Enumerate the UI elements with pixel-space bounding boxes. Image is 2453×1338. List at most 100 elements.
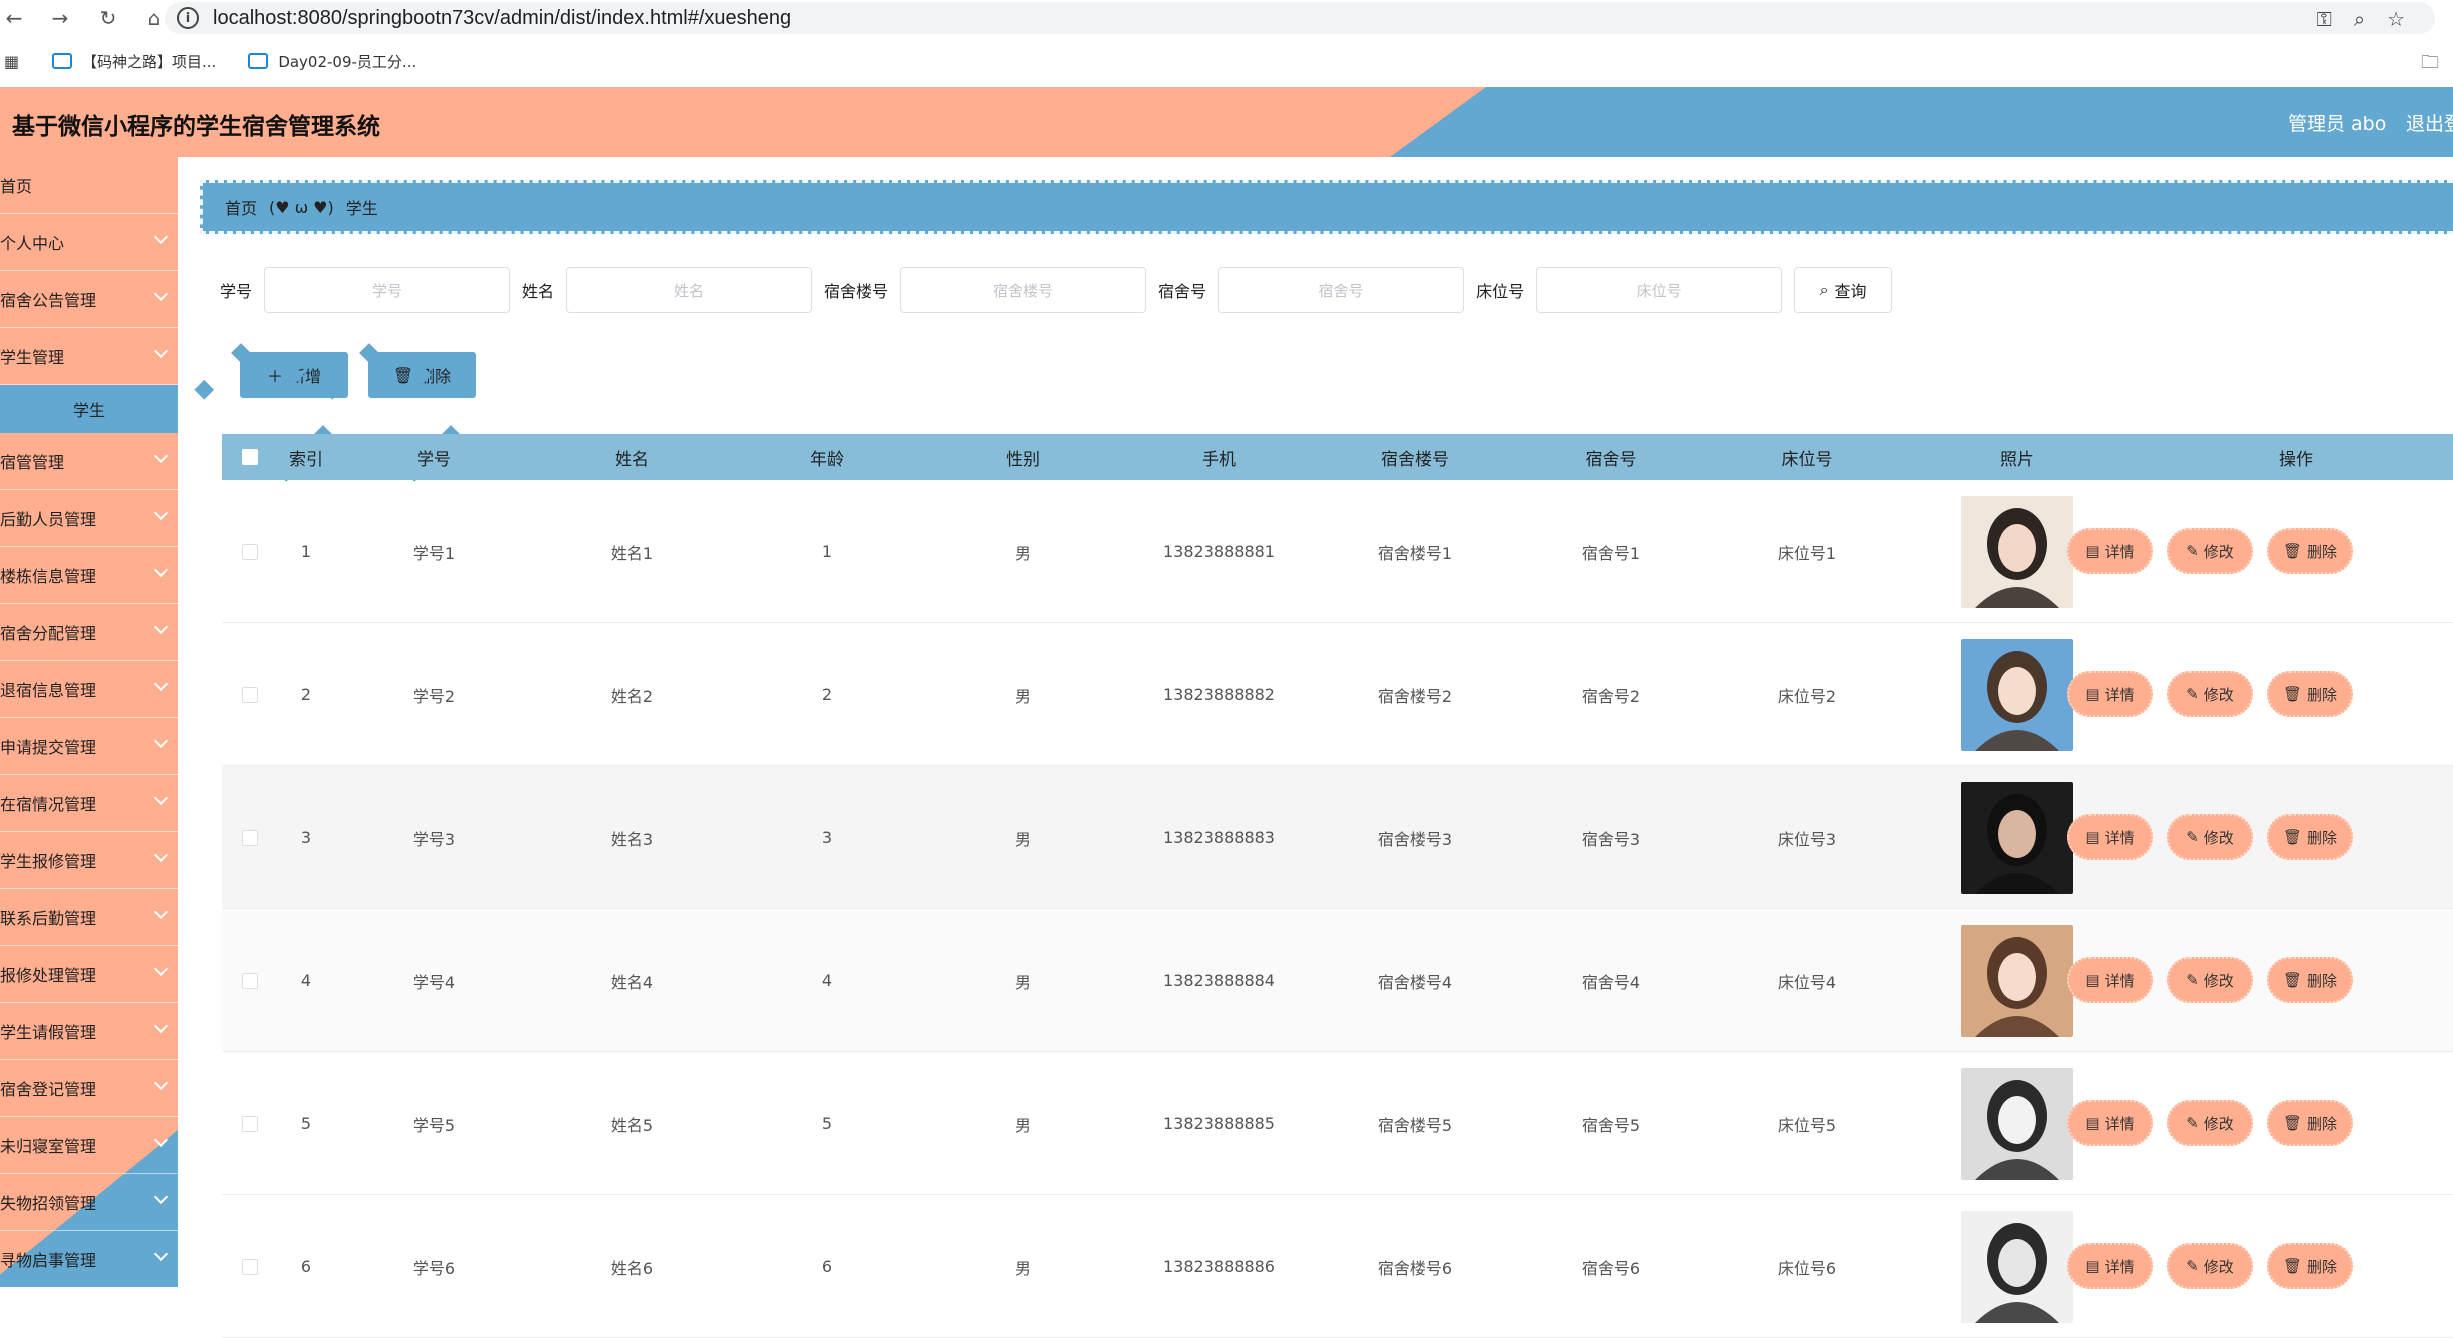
sidebar-item-label: 报修处理管理 <box>0 966 97 985</box>
sidebar-item[interactable]: 首页 <box>0 157 178 214</box>
cell-actions: ▤ 详情 ✎ 修改 🗑 删除 <box>2057 909 2453 1052</box>
sidebar-item[interactable]: 申请提交管理 <box>0 718 178 775</box>
add-button[interactable]: ＋ 新增 <box>240 352 348 398</box>
sidebar-item[interactable]: 退宿信息管理 <box>0 661 178 718</box>
cell-age: 2 <box>821 685 833 704</box>
delete-button[interactable]: 🗑 删除 <box>2267 957 2353 1003</box>
query-button[interactable]: ⌕ 查询 <box>1794 267 1893 313</box>
sidebar-item[interactable]: 报修处理管理 <box>0 946 178 1003</box>
bookmarks-bar: ▦ 【码神之路】项目... Day02-09-员工分... 🗀 <box>0 46 2453 76</box>
sidebar-item[interactable]: 失物招领管理 <box>0 1174 178 1231</box>
sidebar-item[interactable]: 在宿情况管理 <box>0 775 178 832</box>
delete-button[interactable]: 🗑 删除 <box>2267 814 2353 860</box>
app-header: 基于微信小程序的学生宿舍管理系统 管理员 abo 退出登 <box>0 87 2453 157</box>
cell-xuehao: 学号3 <box>412 829 456 849</box>
delete-button[interactable]: 🗑 删除 <box>2267 1243 2353 1289</box>
search-input-bed[interactable]: 床位号 <box>1536 267 1783 313</box>
sidebar-item[interactable]: 宿舍登记管理 <box>0 1060 178 1117</box>
cell-xuehao: 学号2 <box>412 686 456 706</box>
table-row: 3 学号3 姓名3 3 男 13823888883 宿舍楼号3 宿舍号3 床位号3 ▤ 详情 ✎ 修改 🗑… <box>222 766 2453 909</box>
batch-delete-button[interactable]: 🗑 删除 <box>368 352 476 398</box>
sidebar-item-label: 失物招领管理 <box>0 1194 97 1213</box>
sidebar-item[interactable]: 学生请假管理 <box>0 1003 178 1060</box>
edit-button[interactable]: ✎ 修改 <box>2167 1243 2253 1289</box>
edit-button[interactable]: ✎ 修改 <box>2167 957 2253 1003</box>
sidebar-item-label: 首页 <box>0 177 33 196</box>
password-key-icon[interactable]: ⚿ <box>2317 7 2332 31</box>
edit-button[interactable]: ✎ 修改 <box>2167 528 2253 574</box>
search-input-room[interactable]: 宿舍号 <box>1218 267 1465 313</box>
chevron-down-icon <box>153 904 169 920</box>
document-icon: ▤ <box>2085 828 2100 846</box>
apps-grid-icon[interactable]: ▦ <box>4 52 19 71</box>
detail-button[interactable]: ▤ 详情 <box>2067 814 2153 860</box>
cell-building: 宿舍楼号2 <box>1377 686 1453 706</box>
edit-button[interactable]: ✎ 修改 <box>2167 671 2253 717</box>
sidebar-item[interactable]: 寻物启事管理 <box>0 1231 178 1287</box>
delete-button[interactable]: 🗑 删除 <box>2267 528 2353 574</box>
breadcrumb-current: 学生 <box>345 199 378 218</box>
sidebar-item-label: 在宿情况管理 <box>0 795 97 814</box>
cell-phone: 13823888886 <box>1163 1257 1275 1276</box>
sidebar-item[interactable]: 学生报修管理 <box>0 832 178 889</box>
cell-age: 3 <box>821 828 833 847</box>
sidebar-item[interactable]: 楼栋信息管理 <box>0 547 178 604</box>
sidebar-item[interactable]: 后勤人员管理 <box>0 490 178 547</box>
sidebar-item[interactable]: 学生管理 <box>0 328 178 385</box>
search-input-xuehao[interactable]: 学号 <box>264 267 511 313</box>
cell-age: 5 <box>821 1114 833 1133</box>
delete-button[interactable]: 🗑 删除 <box>2267 1100 2353 1146</box>
sidebar-item[interactable]: 宿舍公告管理 <box>0 271 178 328</box>
chevron-down-icon <box>153 847 169 863</box>
search-input-building[interactable]: 宿舍楼号 <box>900 267 1147 313</box>
chevron-down-icon <box>153 1018 169 1034</box>
sidebar-item[interactable]: 个人中心 <box>0 214 178 271</box>
edit-button-label: 修改 <box>2203 1257 2234 1276</box>
sidebar-item-label: 学生请假管理 <box>0 1023 97 1042</box>
column-header: 操作 <box>2279 449 2313 470</box>
bilibili-icon <box>248 53 269 69</box>
detail-button[interactable]: ▤ 详情 <box>2067 957 2153 1003</box>
search-input-name[interactable]: 姓名 <box>566 267 813 313</box>
document-icon: ▤ <box>2085 1257 2100 1275</box>
sidebar-item[interactable]: 宿管管理 <box>0 433 178 490</box>
sidebar-item[interactable]: 联系后勤管理 <box>0 889 178 946</box>
edit-button[interactable]: ✎ 修改 <box>2167 814 2253 860</box>
detail-button[interactable]: ▤ 详情 <box>2067 1100 2153 1146</box>
reload-icon[interactable]: ↻ <box>94 4 122 32</box>
cell-bed: 床位号5 <box>1777 1115 1837 1135</box>
detail-button[interactable]: ▤ 详情 <box>2067 1243 2153 1289</box>
zoom-icon[interactable]: ⌕ <box>2354 7 2365 31</box>
detail-button[interactable]: ▤ 详情 <box>2067 671 2153 717</box>
address-bar[interactable]: i localhost:8080/springbootn73cv/admin/d… <box>165 2 2435 34</box>
edit-button[interactable]: ✎ 修改 <box>2167 1100 2253 1146</box>
sidebar-item[interactable]: 宿舍分配管理 <box>0 604 178 661</box>
sidebar-item-label: 楼栋信息管理 <box>0 567 97 586</box>
home-icon[interactable]: ⌂ <box>140 4 168 32</box>
bookmark-item[interactable]: Day02-09-员工分... <box>248 51 416 72</box>
trash-icon: 🗑 <box>2282 1257 2303 1275</box>
sidebar-item-label: 申请提交管理 <box>0 738 97 757</box>
logout-link[interactable]: 退出登 <box>2406 109 2453 136</box>
edit-button-label: 修改 <box>2203 828 2234 847</box>
detail-button[interactable]: ▤ 详情 <box>2067 528 2153 574</box>
cell-room: 宿舍号6 <box>1581 1258 1641 1278</box>
cell-age: 1 <box>821 542 833 561</box>
back-icon[interactable]: ← <box>0 4 28 32</box>
forward-icon[interactable]: → <box>46 4 74 32</box>
site-info-icon[interactable]: i <box>177 7 199 29</box>
sidebar-subitem[interactable]: 学生 <box>0 385 178 433</box>
bookmark-item[interactable]: 【码神之路】项目... <box>52 51 216 72</box>
delete-button[interactable]: 🗑 删除 <box>2267 671 2353 717</box>
cell-building: 宿舍楼号1 <box>1377 543 1453 563</box>
delete-button-label: 删除 <box>2307 685 2338 704</box>
bookmark-star-icon[interactable]: ☆ <box>2387 7 2405 31</box>
cell-room: 宿舍号1 <box>1581 543 1641 563</box>
breadcrumb-home[interactable]: 首页 <box>225 195 257 219</box>
plus-icon: ＋ <box>266 367 283 386</box>
cell-xuehao: 学号6 <box>412 1258 456 1278</box>
sidebar-item[interactable]: 未归寝室管理 <box>0 1117 178 1174</box>
column-header: 照片 <box>2000 449 2034 470</box>
folder-icon[interactable]: 🗀 <box>2421 50 2439 80</box>
cell-name: 姓名3 <box>610 829 654 849</box>
